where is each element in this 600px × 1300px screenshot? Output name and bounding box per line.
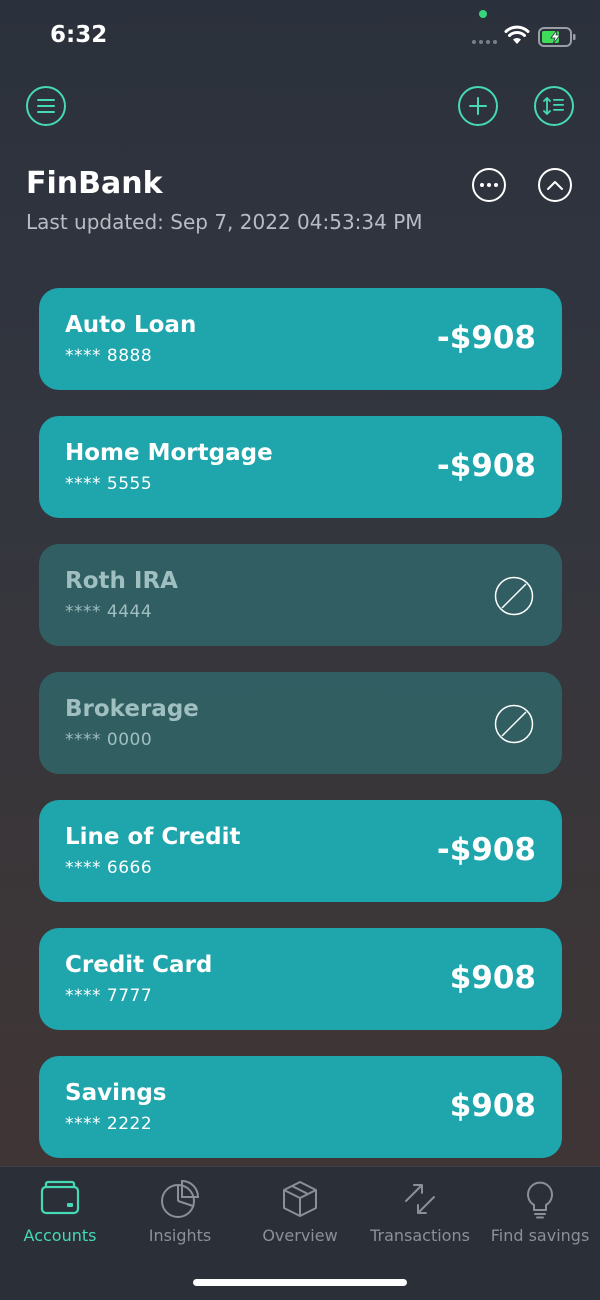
collapse-button[interactable] <box>538 168 572 202</box>
wallet-icon <box>40 1180 80 1215</box>
account-card-roth-ira[interactable]: Roth IRA **** 4444 <box>39 544 562 646</box>
sort-icon <box>543 97 564 115</box>
account-card-line-of-credit[interactable]: Line of Credit **** 6666 -$908 <box>39 800 562 902</box>
wifi-icon <box>504 25 530 44</box>
plus-icon <box>469 97 487 115</box>
tab-insights[interactable]: Insights <box>120 1167 240 1257</box>
account-name: Credit Card <box>65 952 213 978</box>
tab-transactions[interactable]: Transactions <box>360 1167 480 1257</box>
hidden-balance-icon <box>494 576 534 616</box>
account-name: Line of Credit <box>65 824 241 850</box>
account-name: Brokerage <box>65 696 199 722</box>
account-name: Savings <box>65 1080 167 1106</box>
status-time: 6:32 <box>50 22 108 48</box>
account-card-savings[interactable]: Savings **** 2222 $908 <box>39 1056 562 1158</box>
last-updated-text: Last updated: Sep 7, 2022 04:53:34 PM <box>26 210 423 234</box>
tab-find-savings[interactable]: Find savings <box>480 1167 600 1257</box>
more-options-button[interactable] <box>472 168 506 202</box>
sort-button[interactable] <box>534 86 574 126</box>
account-balance: $908 <box>449 960 536 996</box>
account-name: Auto Loan <box>65 312 197 338</box>
add-account-button[interactable] <box>458 86 498 126</box>
accounts-list: Auto Loan **** 8888 -$908 Home Mortgage … <box>39 288 562 1184</box>
account-number: **** 7777 <box>65 986 153 1006</box>
pie-chart-icon <box>161 1179 200 1218</box>
account-name: Home Mortgage <box>65 440 273 466</box>
cube-icon <box>283 1181 317 1217</box>
chevron-up-icon <box>547 181 563 190</box>
tab-accounts[interactable]: Accounts <box>0 1167 120 1257</box>
account-card-home-mortgage[interactable]: Home Mortgage **** 5555 -$908 <box>39 416 562 518</box>
tab-label: Overview <box>262 1226 338 1245</box>
hamburger-menu-icon <box>37 99 55 113</box>
account-card-auto-loan[interactable]: Auto Loan **** 8888 -$908 <box>39 288 562 390</box>
tab-label: Accounts <box>23 1226 97 1245</box>
ellipsis-icon <box>480 183 498 187</box>
tab-label: Transactions <box>370 1226 470 1245</box>
camera-indicator <box>479 10 487 18</box>
account-card-credit-card[interactable]: Credit Card **** 7777 $908 <box>39 928 562 1030</box>
menu-button[interactable] <box>26 86 66 126</box>
cellular-signal-icon <box>472 40 497 44</box>
account-balance: $908 <box>449 1088 536 1124</box>
hidden-balance-icon <box>494 704 534 744</box>
account-balance: -$908 <box>436 448 536 484</box>
lightbulb-icon <box>527 1181 553 1219</box>
tab-label: Insights <box>148 1226 212 1245</box>
account-name: Roth IRA <box>65 568 178 594</box>
status-bar: 6:32 <box>0 0 600 70</box>
account-card-brokerage[interactable]: Brokerage **** 0000 <box>39 672 562 774</box>
tab-label: Find savings <box>490 1226 590 1245</box>
account-number: **** 6666 <box>65 858 153 878</box>
account-number: **** 5555 <box>65 474 153 494</box>
account-number: **** 4444 <box>65 602 153 622</box>
account-number: **** 8888 <box>65 346 153 366</box>
battery-charging-icon <box>538 27 576 47</box>
account-balance: -$908 <box>436 832 536 868</box>
account-balance: -$908 <box>436 320 536 356</box>
transfer-arrows-icon <box>405 1184 435 1214</box>
bank-title: FinBank <box>26 166 163 201</box>
account-number: **** 2222 <box>65 1114 153 1134</box>
tab-overview[interactable]: Overview <box>240 1167 360 1257</box>
home-indicator[interactable] <box>193 1279 407 1286</box>
account-number: **** 0000 <box>65 730 153 750</box>
